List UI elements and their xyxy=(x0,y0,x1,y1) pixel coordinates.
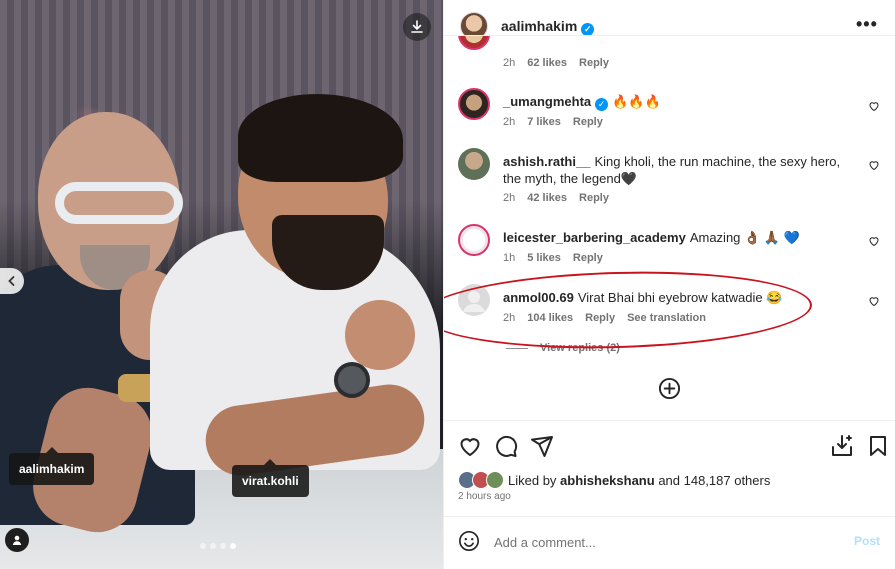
comment-username[interactable]: anmol00.69 xyxy=(503,290,574,305)
view-replies-button[interactable]: View replies (2) xyxy=(506,342,620,354)
comment-text: Virat Bhai bhi eyebrow katwadie 😂 xyxy=(577,290,783,305)
default-avatar-icon xyxy=(463,291,485,312)
avatar[interactable] xyxy=(458,88,490,120)
see-translation-link[interactable]: See translation xyxy=(627,312,706,324)
download-button[interactable] xyxy=(403,13,431,41)
comment-icon[interactable] xyxy=(494,434,518,458)
photo-tag-aalimhakim[interactable]: aalimhakim xyxy=(9,447,95,485)
comment-username[interactable]: leicester_barbering_academy xyxy=(503,230,686,245)
author-username[interactable]: aalimhakim xyxy=(501,18,577,34)
user-tag-icon xyxy=(12,535,22,545)
post-side-panel: aalimhakim ✓ ••• 2h 62 likes Reply _umang… xyxy=(443,0,895,569)
comment-text: Amazing 👌🏾 🙏🏾 💙 xyxy=(689,230,800,245)
add-circle-icon[interactable] xyxy=(658,377,681,400)
likes-summary: Liked by abhishekshanu and 148,187 other… xyxy=(458,471,770,489)
comment-username[interactable]: ashish.rathi__ xyxy=(503,154,590,169)
avatar xyxy=(486,471,504,489)
liker-avatars[interactable] xyxy=(458,471,504,489)
carousel-indicator xyxy=(200,543,236,549)
show-tags-button[interactable] xyxy=(5,528,29,552)
save-icon[interactable] xyxy=(866,434,890,458)
comments-list[interactable]: 2h 62 likes Reply _umangmehta ✓ 🔥🔥🔥 2h 7 l… xyxy=(444,35,895,420)
annotation-ellipse xyxy=(444,266,813,354)
avatar[interactable] xyxy=(458,36,490,50)
comment-input[interactable] xyxy=(494,531,824,553)
heart-icon[interactable] xyxy=(458,434,482,458)
heart-icon[interactable] xyxy=(868,100,880,112)
chevron-left-icon xyxy=(8,276,15,286)
comment-text: 🔥🔥🔥 xyxy=(612,94,661,109)
liked-by-username[interactable]: abhishekshanu xyxy=(560,473,655,488)
post-actions: Liked by abhishekshanu and 148,187 other… xyxy=(444,420,895,516)
post-timestamp[interactable]: 2 hours ago xyxy=(458,491,511,502)
comment-username[interactable]: _umangmehta xyxy=(503,94,591,109)
post-photo[interactable]: aalimhakim virat.kohli xyxy=(0,0,443,569)
avatar[interactable] xyxy=(458,224,490,256)
heart-icon[interactable] xyxy=(868,235,880,247)
more-icon[interactable]: ••• xyxy=(856,14,878,35)
share-icon[interactable] xyxy=(530,434,554,458)
heart-icon[interactable] xyxy=(868,159,880,171)
download-icon xyxy=(411,20,423,33)
verified-icon: ✓ xyxy=(595,98,609,111)
emoji-icon[interactable] xyxy=(458,530,480,552)
insights-icon[interactable] xyxy=(830,434,854,458)
add-comment-bar: Post xyxy=(444,516,895,569)
photo-tag-virat-kohli[interactable]: virat.kohli xyxy=(232,459,309,497)
avatar[interactable] xyxy=(458,148,490,180)
avatar[interactable] xyxy=(458,284,490,316)
likes-count[interactable]: and 148,187 others xyxy=(658,473,770,488)
post-button[interactable]: Post xyxy=(854,534,880,548)
heart-icon[interactable] xyxy=(868,295,880,307)
